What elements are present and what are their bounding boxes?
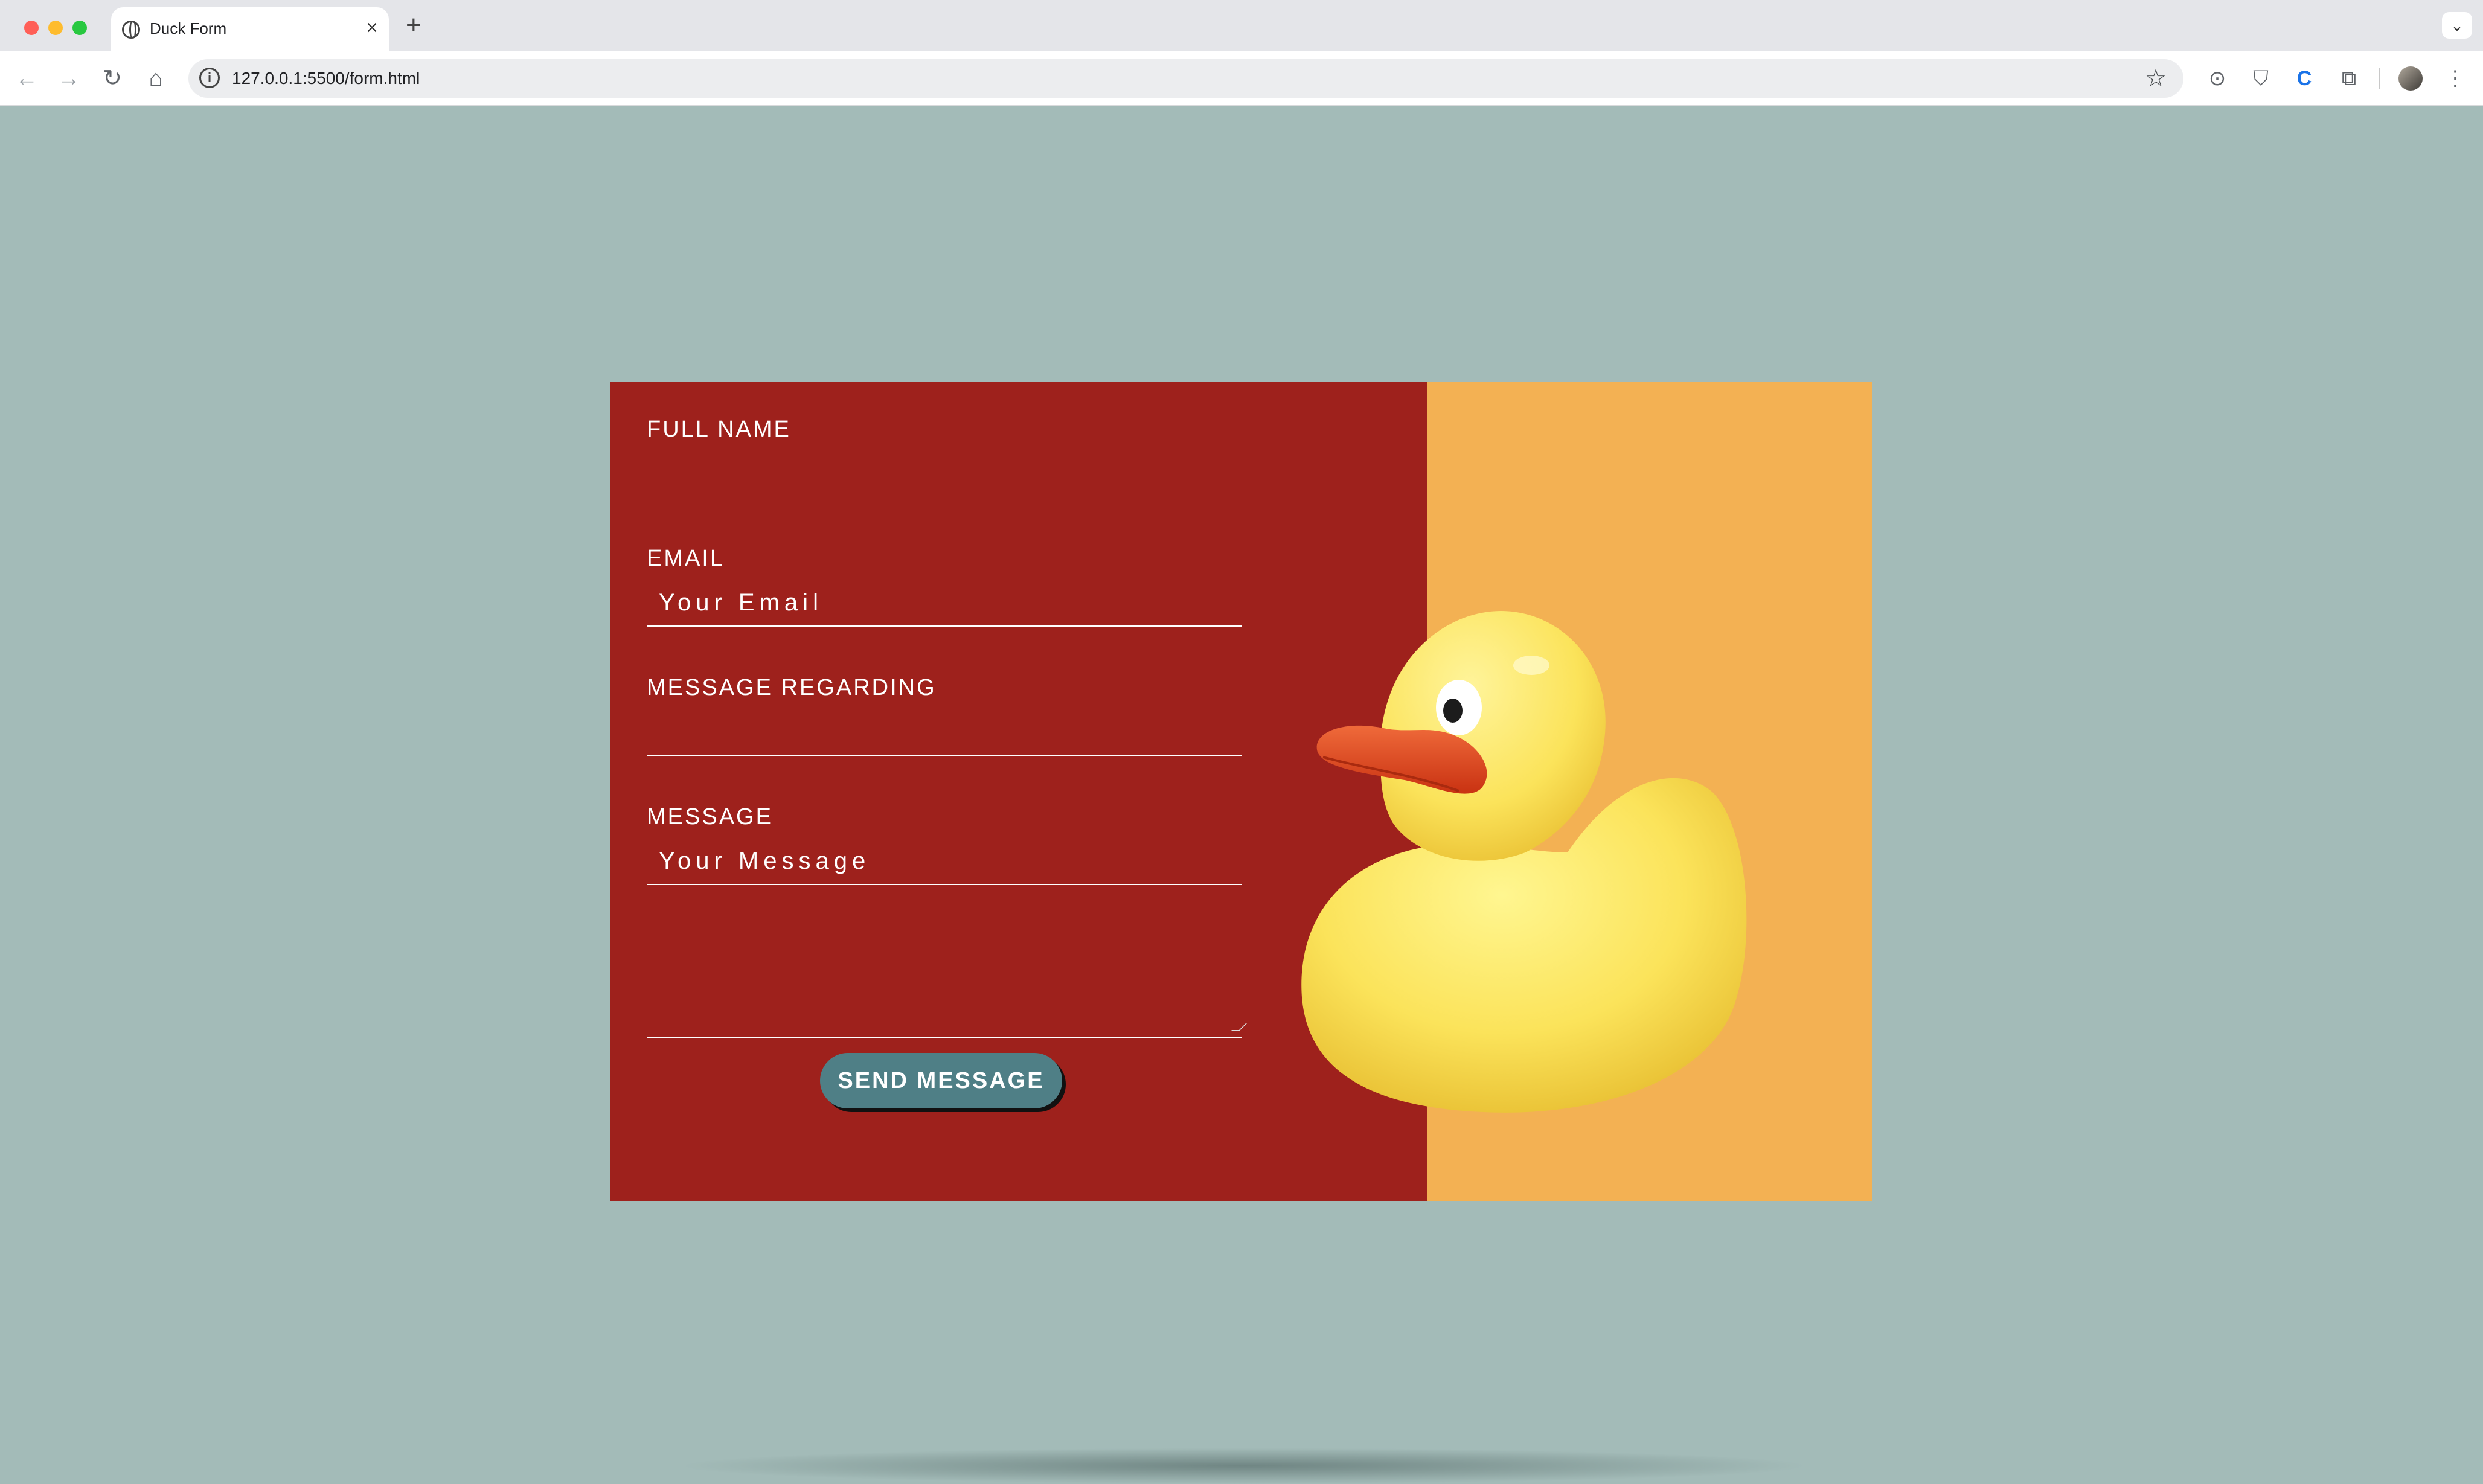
address-bar[interactable]: i 127.0.0.1:5500/form.html ☆ xyxy=(188,59,2183,98)
back-arrow-icon[interactable]: ← xyxy=(11,63,42,94)
tab-close-icon[interactable]: × xyxy=(366,16,378,40)
tab-duck-form[interactable]: Duck Form × xyxy=(111,7,389,51)
profile-avatar[interactable] xyxy=(2398,66,2423,91)
shield-icon[interactable]: ⛉ xyxy=(2245,63,2276,94)
site-info-icon[interactable]: i xyxy=(199,68,220,88)
textarea-resize-handle[interactable] xyxy=(1231,1023,1248,1031)
message-underline xyxy=(647,1037,1242,1038)
full-name-underline xyxy=(647,625,1242,627)
reload-icon[interactable]: ↻ xyxy=(97,63,128,94)
send-message-button[interactable]: SEND MESSAGE xyxy=(820,1053,1062,1108)
maximize-window-button[interactable] xyxy=(72,21,87,35)
email-label: EMAIL xyxy=(647,546,725,571)
floor-shadow xyxy=(676,1448,1812,1484)
email-underline xyxy=(647,755,1242,756)
url-text[interactable]: 127.0.0.1:5500/form.html xyxy=(232,69,420,88)
message-regarding-input[interactable] xyxy=(647,711,1242,755)
camera-icon[interactable]: ⊙ xyxy=(2202,63,2233,94)
contact-card: FULL NAME EMAIL MESSAGE REGARDING MESSAG… xyxy=(610,382,1872,1201)
email-input[interactable] xyxy=(647,581,1242,624)
forward-arrow-icon[interactable]: → xyxy=(53,63,85,94)
message-textarea[interactable] xyxy=(647,840,1242,925)
toolbar-divider xyxy=(2379,68,2380,89)
page-viewport: FULL NAME EMAIL MESSAGE REGARDING MESSAG… xyxy=(0,107,2483,1484)
minimize-window-button[interactable] xyxy=(48,21,63,35)
home-icon[interactable]: ⌂ xyxy=(140,63,171,94)
rubber-duck-image xyxy=(1301,611,1747,1113)
full-name-input[interactable] xyxy=(647,460,1242,504)
kebab-menu-icon[interactable]: ⋮ xyxy=(2440,63,2471,94)
browser-chrome: Duck Form × + ⌄ ← → ↻ ⌂ i 127.0.0.1:5500… xyxy=(0,0,2483,106)
duck-eye-pupil xyxy=(1443,699,1463,723)
tab-strip: Duck Form × + ⌄ xyxy=(0,0,2483,51)
globe-icon xyxy=(122,21,140,39)
full-name-label: FULL NAME xyxy=(647,417,791,442)
close-window-button[interactable] xyxy=(24,21,39,35)
message-regarding-label: MESSAGE REGARDING xyxy=(647,675,937,700)
bookmark-star-icon[interactable]: ☆ xyxy=(2145,64,2167,93)
message-label: MESSAGE xyxy=(647,804,773,830)
tab-title: Duck Form xyxy=(150,19,227,37)
c-extension-icon[interactable]: C xyxy=(2289,63,2320,94)
extensions-puzzle-icon[interactable]: ⧉ xyxy=(2333,63,2365,94)
tab-search-button[interactable]: ⌄ xyxy=(2442,12,2472,39)
new-tab-button[interactable]: + xyxy=(406,11,421,40)
